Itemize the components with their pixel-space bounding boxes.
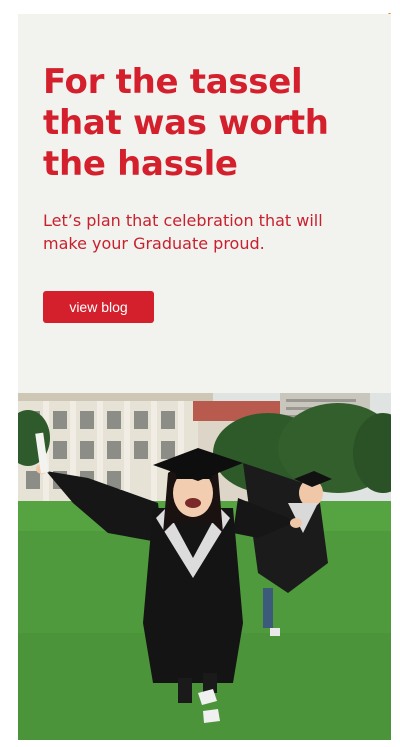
promo-card: For the tassel that was worth the hassle… <box>18 14 391 740</box>
graduates-photo <box>18 393 391 740</box>
hero-panel: For the tassel that was worth the hassle… <box>18 14 391 393</box>
headline: For the tassel that was worth the hassle <box>43 62 329 184</box>
page: For the tassel that was worth the hassle… <box>0 0 400 747</box>
view-blog-button[interactable]: view blog <box>43 291 154 323</box>
subheading: Let’s plan that celebration that will ma… <box>43 211 323 253</box>
